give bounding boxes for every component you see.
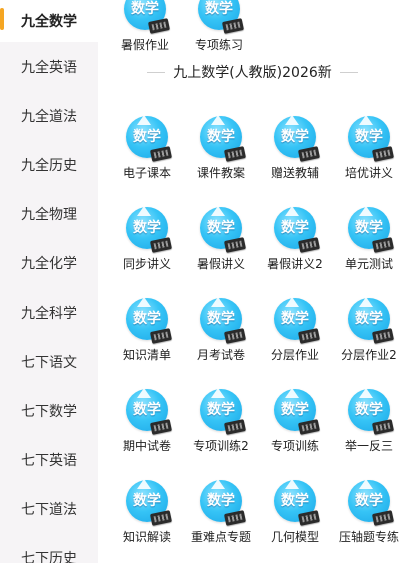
sidebar-item-label: 九全道法 xyxy=(21,108,77,125)
resource-tile-label: 单元测试 xyxy=(344,257,393,271)
math-book-icon: 数学 xyxy=(124,296,173,344)
previous-section-row: 数学 暑假作业 数学 专项练习 xyxy=(98,0,407,69)
sidebar-item-grade9-math[interactable]: 九全数学 xyxy=(0,0,98,42)
resource-tile-label: 赠送教辅 xyxy=(270,166,319,180)
math-book-icon: 数学 xyxy=(196,0,245,34)
sidebar-item-grade9-morality-law[interactable]: 九全道法 xyxy=(0,91,98,140)
sidebar-item-label: 七下道法 xyxy=(21,502,77,519)
resource-tile-label: 分层作业2 xyxy=(341,348,397,362)
divider xyxy=(339,71,358,73)
resource-tile[interactable]: 数学 培优讲义 xyxy=(332,106,406,197)
sidebar-item-label: 九全化学 xyxy=(21,256,77,273)
resource-tile[interactable]: 数学 几何模型 xyxy=(258,470,332,561)
sidebar-item-label: 九全物理 xyxy=(21,207,77,224)
section-title: 九上数学(人教版)2026新 xyxy=(173,65,332,81)
resource-tile[interactable]: 数学 期中试卷 xyxy=(110,379,184,470)
math-book-icon: 数学 xyxy=(198,205,247,253)
resource-tile-label: 知识解读 xyxy=(122,530,171,544)
resource-tile-label: 暑假讲义 xyxy=(196,257,245,271)
math-book-icon: 数学 xyxy=(198,114,247,162)
section-header: 九上数学(人教版)2026新 xyxy=(98,62,407,82)
math-book-icon: 数学 xyxy=(198,387,247,435)
resource-tile[interactable]: 数学 专项训练 xyxy=(258,379,332,470)
math-book-icon: 数学 xyxy=(124,205,173,253)
resource-grid: 数学 电子课本 数学 课件教案 数学 赠送教辅 数学 培优讲义 数学 同步讲义 数学 暑假讲… xyxy=(110,106,407,561)
sidebar-item-grade9-chemistry[interactable]: 九全化学 xyxy=(0,239,98,288)
resource-tile-label: 知识清单 xyxy=(122,348,171,362)
resource-tile[interactable]: 数学 月考试卷 xyxy=(184,288,258,379)
math-book-icon: 数学 xyxy=(198,296,247,344)
math-book-icon: 数学 xyxy=(124,478,173,526)
sidebar-item-label: 九全英语 xyxy=(21,59,77,76)
resource-tile-label: 压轴题专练 xyxy=(338,530,399,544)
sidebar-item-grade9-science[interactable]: 九全科学 xyxy=(0,288,98,337)
math-book-icon: 数学 xyxy=(122,0,171,34)
resource-tile-label: 暑假作业 xyxy=(120,38,169,52)
sidebar-item-label: 九全科学 xyxy=(21,305,77,322)
sidebar-item-label: 七下语文 xyxy=(21,354,77,371)
resource-tile-label: 暑假讲义2 xyxy=(267,257,323,271)
math-book-icon: 数学 xyxy=(346,114,395,162)
resource-tile[interactable]: 数学 知识清单 xyxy=(110,288,184,379)
resource-tile[interactable]: 数学 举一反三 xyxy=(332,379,406,470)
resource-tile[interactable]: 数学暑假讲义2 xyxy=(258,197,332,288)
math-book-icon: 数学 xyxy=(346,296,395,344)
sidebar-item-label: 七下历史 xyxy=(21,551,77,563)
resource-tile[interactable]: 数学 分层作业 xyxy=(258,288,332,379)
resource-tile[interactable]: 数学 重难点专题 xyxy=(184,470,258,561)
sidebar-item-grade7-morality-law[interactable]: 七下道法 xyxy=(0,485,98,534)
sidebar-item-grade7-chinese[interactable]: 七下语文 xyxy=(0,337,98,386)
resource-tile-label: 专项训练 xyxy=(270,439,319,453)
sidebar-item-label: 九全数学 xyxy=(21,14,77,30)
resource-tile[interactable]: 数学 压轴题专练 xyxy=(332,470,406,561)
subject-sidebar: 九全数学 九全英语 九全道法 九全历史 九全物理 九全化学 九全科学 七下语文 … xyxy=(0,0,98,563)
resource-tile-label: 月考试卷 xyxy=(196,348,245,362)
resource-tile[interactable]: 数学 暑假讲义 xyxy=(184,197,258,288)
sidebar-item-label: 七下数学 xyxy=(21,403,77,420)
resource-tile-label: 专项训练2 xyxy=(193,439,249,453)
resource-tile[interactable]: 数学分层作业2 xyxy=(332,288,406,379)
resource-tile-label: 同步讲义 xyxy=(122,257,171,271)
math-book-icon: 数学 xyxy=(124,114,173,162)
sidebar-item-label: 九全历史 xyxy=(21,157,77,174)
sidebar-item-grade7-english[interactable]: 七下英语 xyxy=(0,436,98,485)
resource-tile[interactable]: 数学 专项练习 xyxy=(182,0,256,69)
resource-tile-label: 培优讲义 xyxy=(344,166,393,180)
sidebar-item-grade9-physics[interactable]: 九全物理 xyxy=(0,190,98,239)
resource-tile-label: 分层作业 xyxy=(270,348,319,362)
resource-tile-label: 重难点专题 xyxy=(190,530,251,544)
math-book-icon: 数学 xyxy=(346,387,395,435)
sidebar-item-grade9-history[interactable]: 九全历史 xyxy=(0,140,98,189)
math-book-icon: 数学 xyxy=(272,478,321,526)
sidebar-item-grade9-english[interactable]: 九全英语 xyxy=(0,42,98,91)
resource-tile-label: 举一反三 xyxy=(344,439,393,453)
divider xyxy=(147,71,166,73)
resource-tile-label: 专项练习 xyxy=(194,38,243,52)
math-book-icon: 数学 xyxy=(272,387,321,435)
resource-tile[interactable]: 数学专项训练2 xyxy=(184,379,258,470)
resource-tile[interactable]: 数学 电子课本 xyxy=(110,106,184,197)
math-book-icon: 数学 xyxy=(272,296,321,344)
math-book-icon: 数学 xyxy=(272,205,321,253)
resource-tile[interactable]: 数学 暑假作业 xyxy=(108,0,182,69)
resource-tile[interactable]: 数学 知识解读 xyxy=(110,470,184,561)
math-book-icon: 数学 xyxy=(124,387,173,435)
sidebar-item-grade7-history[interactable]: 七下历史 xyxy=(0,534,98,563)
math-book-icon: 数学 xyxy=(346,478,395,526)
sidebar-item-grade7-math[interactable]: 七下数学 xyxy=(0,386,98,435)
resource-tile-label: 期中试卷 xyxy=(122,439,171,453)
resource-tile[interactable]: 数学 赠送教辅 xyxy=(258,106,332,197)
resource-tile-label: 课件教案 xyxy=(196,166,245,180)
math-book-icon: 数学 xyxy=(272,114,321,162)
resource-tile[interactable]: 数学 课件教案 xyxy=(184,106,258,197)
resource-tile[interactable]: 数学 同步讲义 xyxy=(110,197,184,288)
resource-tile-label: 几何模型 xyxy=(270,530,319,544)
math-book-icon: 数学 xyxy=(198,478,247,526)
sidebar-item-label: 七下英语 xyxy=(21,453,77,470)
resource-tile[interactable]: 数学 单元测试 xyxy=(332,197,406,288)
resource-tile-label: 电子课本 xyxy=(122,166,171,180)
resource-panel: 数学 暑假作业 数学 专项练习 九上数学(人教版)2026新 数学 电子课本 数学… xyxy=(98,0,407,563)
math-book-icon: 数学 xyxy=(346,205,395,253)
